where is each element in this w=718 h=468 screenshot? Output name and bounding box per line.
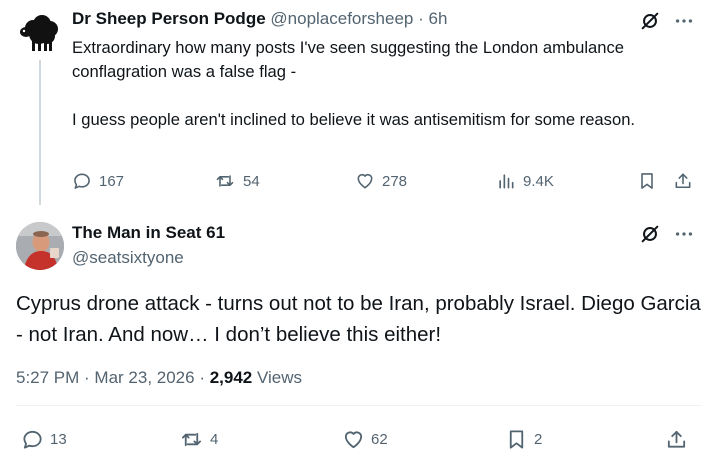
author-handle[interactable]: @seatsixtyone — [72, 248, 184, 268]
tweet-parent[interactable]: Dr Sheep Person Podge @noplaceforsheep ·… — [0, 0, 718, 207]
share-button[interactable] — [665, 428, 688, 451]
tweet-meta: 5:27 PM · Mar 23, 2026 · 2,942 Views — [16, 368, 302, 388]
reply-icon — [74, 173, 90, 189]
bookmark-icon — [641, 173, 653, 189]
views-label: Views — [252, 368, 303, 387]
bookmark-icon — [509, 430, 524, 449]
grok-icon[interactable] — [639, 10, 661, 32]
heart-icon — [357, 173, 373, 189]
share-icon — [675, 173, 691, 189]
reply-button[interactable]: 167 — [72, 171, 124, 191]
repost-button[interactable]: 54 — [214, 171, 260, 191]
share-button[interactable] — [673, 171, 693, 191]
tweet-header: Dr Sheep Person Podge @noplaceforsheep ·… — [72, 9, 447, 29]
repost-count: 54 — [243, 172, 260, 190]
author-name[interactable]: Dr Sheep Person Podge — [72, 9, 266, 28]
divider — [16, 405, 702, 406]
bookmark-button[interactable]: 2 — [505, 428, 542, 451]
avatar-sheep[interactable] — [16, 9, 64, 57]
like-count: 62 — [371, 431, 388, 448]
like-button[interactable]: 62 — [342, 428, 388, 451]
avatar-seat61[interactable] — [16, 222, 64, 270]
timestamp[interactable]: 5:27 PM · Mar 23, 2026 · — [16, 368, 210, 387]
tweet-paragraph-1: Extraordinary how many posts I've seen s… — [72, 38, 625, 81]
repost-button[interactable]: 4 — [179, 428, 218, 451]
tweet-text: Cyprus drone attack - turns out not to b… — [16, 292, 701, 346]
view-count: 9.4K — [523, 172, 554, 190]
bookmark-count: 2 — [534, 431, 543, 448]
separator-dot: · — [418, 9, 424, 28]
more-icon[interactable] — [673, 223, 695, 245]
reply-count: 167 — [99, 172, 125, 190]
tweet-paragraph-2: I guess people aren't inclined to believ… — [72, 110, 636, 129]
more-icon[interactable] — [673, 10, 695, 32]
like-count: 278 — [382, 172, 408, 190]
author-name[interactable]: The Man in Seat 61 — [72, 223, 225, 243]
bookmark-button[interactable] — [637, 171, 657, 191]
views-icon — [499, 174, 514, 189]
grok-icon[interactable] — [639, 223, 661, 245]
views-count: 2,942 — [209, 368, 253, 387]
share-icon — [667, 430, 686, 448]
post-time[interactable]: 6h — [429, 9, 448, 28]
reply-icon — [23, 430, 42, 449]
thread-line — [39, 60, 41, 205]
author-handle[interactable]: @noplaceforsheep — [270, 9, 413, 28]
repost-icon — [181, 432, 202, 447]
views-button[interactable]: 9.4K — [496, 171, 554, 191]
tweet-text: Extraordinary how many posts I've seen s… — [72, 36, 702, 132]
reply-button[interactable]: 13 — [21, 428, 67, 451]
like-button[interactable]: 278 — [355, 171, 407, 191]
repost-icon — [216, 175, 234, 187]
repost-count: 4 — [210, 431, 219, 448]
reply-count: 13 — [50, 431, 67, 448]
heart-icon — [344, 431, 363, 449]
